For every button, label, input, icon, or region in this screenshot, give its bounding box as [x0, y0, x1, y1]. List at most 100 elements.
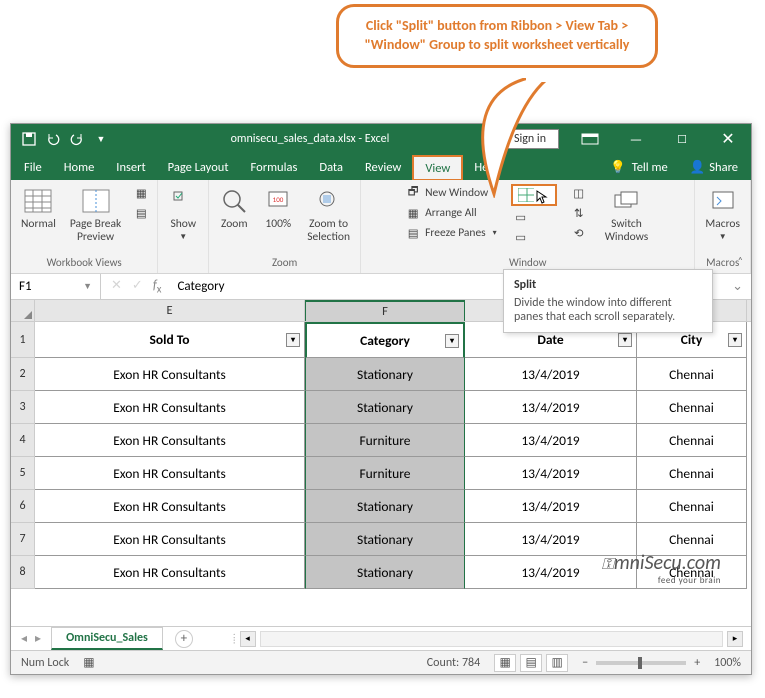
filter-icon[interactable]: ▾: [286, 333, 300, 347]
ribbon-display-icon[interactable]: [567, 124, 613, 154]
cell[interactable]: Exon HR Consultants: [35, 556, 305, 589]
row-header[interactable]: 6: [11, 490, 34, 523]
maximize-button[interactable]: ☐: [659, 124, 705, 154]
fx-icon[interactable]: fx: [153, 278, 162, 296]
row-header[interactable]: 2: [11, 358, 34, 391]
switch-windows-label: Switch Windows: [605, 218, 649, 243]
enter-fx-icon[interactable]: ✓: [132, 278, 143, 296]
zoom-level[interactable]: 100%: [714, 656, 741, 670]
cell[interactable]: Exon HR Consultants: [35, 391, 305, 424]
tell-me[interactable]: 💡 Tell me: [599, 154, 679, 180]
sync-scroll-button[interactable]: ⇅: [569, 204, 589, 222]
row-header[interactable]: 7: [11, 523, 34, 556]
zoom-selection-button[interactable]: Zoom to Selection: [303, 184, 354, 245]
zoom-slider[interactable]: − +: [582, 656, 700, 670]
page-layout-view-icon[interactable]: ▤: [520, 654, 542, 672]
tab-formulas[interactable]: Formulas: [240, 154, 309, 180]
tab-view[interactable]: View: [412, 155, 463, 181]
row-header[interactable]: 5: [11, 457, 34, 490]
filter-icon[interactable]: ▾: [445, 334, 459, 348]
cell[interactable]: Chennai: [637, 490, 747, 523]
cell[interactable]: Exon HR Consultants: [35, 424, 305, 457]
redo-icon[interactable]: [69, 131, 85, 147]
cell[interactable]: Chennai: [637, 457, 747, 490]
cell[interactable]: Stationary: [305, 523, 465, 556]
cell[interactable]: 13/4/2019: [465, 391, 637, 424]
tab-file[interactable]: File: [13, 154, 53, 180]
tab-insert[interactable]: Insert: [105, 154, 156, 180]
view-side-by-side-button[interactable]: ◫: [569, 184, 589, 202]
select-all-button[interactable]: [11, 300, 35, 322]
cell[interactable]: Exon HR Consultants: [35, 358, 305, 391]
cell[interactable]: Stationary: [305, 358, 465, 391]
record-macro-icon[interactable]: ▦: [83, 655, 94, 670]
collapse-ribbon-icon[interactable]: ˄: [738, 254, 743, 267]
cell[interactable]: 13/4/2019: [465, 490, 637, 523]
scroll-track[interactable]: [260, 631, 723, 647]
row-header[interactable]: 3: [11, 391, 34, 424]
cell[interactable]: Exon HR Consultants: [35, 523, 305, 556]
filter-icon[interactable]: ▾: [728, 333, 742, 347]
tab-page-layout[interactable]: Page Layout: [157, 154, 240, 180]
row-header[interactable]: 1: [11, 322, 34, 358]
cell[interactable]: Stationary: [305, 556, 465, 589]
tab-home[interactable]: Home: [53, 154, 106, 180]
page-break-view-icon[interactable]: ▥: [546, 654, 568, 672]
prev-sheet-icon[interactable]: ◂: [21, 631, 27, 646]
zoom-in-icon[interactable]: +: [694, 656, 700, 670]
macros-button[interactable]: Macros ▼: [701, 184, 744, 243]
cell[interactable]: Exon HR Consultants: [35, 490, 305, 523]
table-row: Exon HR ConsultantsStationary13/4/2019Ch…: [35, 391, 751, 424]
filter-icon[interactable]: ▾: [618, 333, 632, 347]
row-header[interactable]: 4: [11, 424, 34, 457]
cell[interactable]: Chennai: [637, 358, 747, 391]
unhide-button[interactable]: ▭: [511, 228, 557, 246]
save-icon[interactable]: [21, 131, 37, 147]
share-button[interactable]: 👤 Share: [679, 154, 749, 180]
header-cell[interactable]: Sold To▾: [35, 322, 305, 358]
next-sheet-icon[interactable]: ▸: [35, 631, 41, 646]
cancel-fx-icon[interactable]: ✕: [111, 278, 122, 296]
normal-view-icon[interactable]: ▦: [494, 654, 516, 672]
cell[interactable]: 13/4/2019: [465, 457, 637, 490]
custom-views-button[interactable]: ▤: [131, 204, 151, 222]
cell[interactable]: Furniture: [305, 424, 465, 457]
name-box[interactable]: F1 ▼: [11, 274, 101, 299]
scroll-right-icon[interactable]: ▸: [727, 631, 743, 647]
qat-dropdown-icon[interactable]: ▼: [93, 131, 109, 147]
switch-windows-button[interactable]: Switch Windows: [601, 184, 653, 245]
cell[interactable]: Chennai: [637, 391, 747, 424]
show-button[interactable]: Show ▼: [164, 184, 202, 243]
reset-position-button[interactable]: ⟲: [569, 224, 589, 242]
zoom-out-icon[interactable]: −: [582, 656, 588, 670]
tab-data[interactable]: Data: [308, 154, 354, 180]
zoom-100-button[interactable]: 100 100%: [259, 184, 297, 233]
horizontal-scrollbar[interactable]: ⁞ ◂ ▸: [233, 631, 751, 647]
cell[interactable]: 13/4/2019: [465, 424, 637, 457]
zoom-button[interactable]: Zoom: [215, 184, 253, 233]
tab-review[interactable]: Review: [354, 154, 412, 180]
scroll-left-icon[interactable]: ◂: [240, 631, 256, 647]
cell[interactable]: Stationary: [305, 391, 465, 424]
normal-view-button[interactable]: Normal: [17, 184, 60, 233]
undo-icon[interactable]: [45, 131, 61, 147]
cell[interactable]: Chennai: [637, 424, 747, 457]
hide-button[interactable]: ▭: [511, 208, 557, 226]
close-button[interactable]: ✕: [705, 124, 751, 154]
cell[interactable]: Exon HR Consultants: [35, 457, 305, 490]
cell[interactable]: Furniture: [305, 457, 465, 490]
cell[interactable]: Stationary: [305, 490, 465, 523]
page-layout-button[interactable]: ▦: [131, 184, 151, 202]
arrange-all-button[interactable]: ▦Arrange All: [403, 204, 499, 222]
add-sheet-button[interactable]: +: [175, 630, 193, 648]
page-break-preview-button[interactable]: Page Break Preview: [66, 184, 125, 245]
header-cell[interactable]: Category▾: [305, 322, 465, 358]
minimize-button[interactable]: —: [613, 124, 659, 154]
col-header-F[interactable]: F: [305, 300, 465, 321]
sheet-tab[interactable]: OmniSecu_Sales: [51, 627, 163, 650]
freeze-panes-button[interactable]: ▤Freeze Panes▾: [403, 224, 499, 242]
expand-formula-bar-icon[interactable]: ⌄: [724, 279, 751, 294]
col-header-E[interactable]: E: [35, 300, 305, 321]
row-header[interactable]: 8: [11, 556, 34, 589]
cell[interactable]: 13/4/2019: [465, 358, 637, 391]
